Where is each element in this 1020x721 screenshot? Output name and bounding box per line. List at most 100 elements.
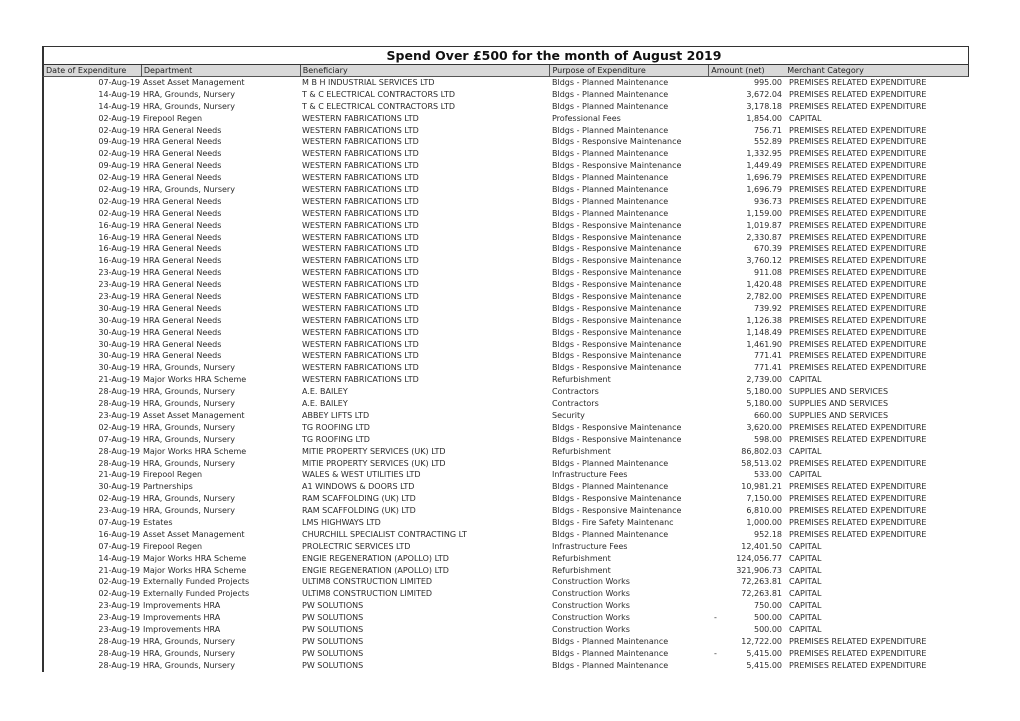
cell-merchant-category: PREMISES RELATED EXPENDITURE bbox=[789, 185, 927, 195]
cell-merchant-category: PREMISES RELATED EXPENDITURE bbox=[789, 101, 927, 111]
cell-beneficiary: T & C ELECTRICAL CONTRACTORS LTD bbox=[302, 89, 456, 99]
table-row: 02-Aug-19 HRA, Grounds, Nursery TG ROOFING… bbox=[44, 422, 969, 434]
cell-purpose: Construction Works bbox=[552, 589, 630, 599]
amount-value: 3,672.04 bbox=[746, 89, 782, 99]
amount-value: 500.00 bbox=[754, 613, 782, 623]
cell-purpose: Bldgs - Planned Maintenance bbox=[552, 89, 669, 99]
cell-beneficiary: M B H INDUSTRIAL SERVICES LTD bbox=[302, 78, 435, 87]
cell-department: HRA, Grounds, Nursery bbox=[143, 101, 235, 111]
cell-merchant-category: PREMISES RELATED EXPENDITURE bbox=[789, 422, 927, 432]
cell-amount: 598.00 bbox=[710, 434, 786, 446]
amount-value: 952.18 bbox=[754, 529, 782, 539]
cell-merchant-category: PREMISES RELATED EXPENDITURE bbox=[789, 660, 927, 670]
cell-merchant-category: CAPITAL bbox=[789, 375, 822, 385]
table-row: 02-Aug-19 Externally Funded Projects ULTIM… bbox=[44, 588, 969, 600]
cell-department: HRA General Needs bbox=[143, 220, 222, 230]
amount-sign bbox=[710, 148, 724, 160]
cell-merchant-category: PREMISES RELATED EXPENDITURE bbox=[789, 458, 927, 468]
amount-sign bbox=[710, 493, 724, 505]
cell-department: HRA General Needs bbox=[143, 196, 222, 206]
cell-merchant-category: PREMISES RELATED EXPENDITURE bbox=[789, 363, 927, 373]
cell-purpose: Refurbishment bbox=[552, 446, 611, 456]
cell-merchant-category: SUPPLIES AND SERVICES bbox=[789, 410, 889, 420]
cell-beneficiary: WESTERN FABRICATIONS LTD bbox=[302, 363, 419, 373]
amount-sign bbox=[710, 243, 724, 255]
cell-date: 02-Aug-19 bbox=[98, 185, 140, 195]
cell-purpose: Bldgs - Responsive Maintenance bbox=[552, 434, 682, 444]
cell-purpose: Bldgs - Responsive Maintenance bbox=[552, 244, 682, 254]
table-row: 21-Aug-19 Major Works HRA Scheme ENGIE REG… bbox=[44, 565, 969, 577]
cell-amount: 1,696.79 bbox=[710, 184, 786, 196]
table-row: 02-Aug-19 HRA General Needs WESTERN FABRIC… bbox=[44, 148, 969, 160]
amount-value: 936.73 bbox=[754, 196, 782, 206]
cell-department: HRA, Grounds, Nursery bbox=[143, 636, 235, 646]
amount-sign bbox=[710, 350, 724, 362]
cell-department: Firepool Regen bbox=[143, 470, 203, 480]
cell-amount: 72,263.81 bbox=[710, 588, 786, 600]
amount-sign bbox=[710, 315, 724, 327]
amount-sign bbox=[710, 374, 724, 386]
cell-merchant-category: PREMISES RELATED EXPENDITURE bbox=[789, 482, 927, 492]
cell-purpose: Security bbox=[552, 410, 585, 420]
cell-amount: 6,810.00 bbox=[710, 505, 786, 517]
header-purpose: Purpose of Expenditure bbox=[550, 65, 710, 76]
amount-sign bbox=[710, 220, 724, 232]
cell-department: Improvements HRA bbox=[143, 624, 221, 634]
header-amount: Amount (net) bbox=[711, 66, 765, 75]
cell-department: Partnerships bbox=[143, 482, 193, 492]
cell-department: Externally Funded Projects bbox=[143, 589, 250, 599]
cell-amount: 660.00 bbox=[710, 410, 786, 422]
amount-sign bbox=[710, 624, 724, 636]
amount-sign bbox=[710, 517, 724, 529]
amount-value: 6,810.00 bbox=[746, 506, 782, 516]
cell-purpose: Bldgs - Planned Maintenance bbox=[552, 529, 669, 539]
amount-value: 1,696.79 bbox=[746, 173, 782, 183]
cell-department: Asset Asset Management bbox=[143, 410, 245, 420]
cell-purpose: Bldgs - Planned Maintenance bbox=[552, 101, 669, 111]
amount-sign bbox=[710, 505, 724, 517]
cell-purpose: Bldgs - Planned Maintenance bbox=[552, 482, 669, 492]
cell-merchant-category: PREMISES RELATED EXPENDITURE bbox=[789, 232, 927, 242]
amount-value: 739.92 bbox=[754, 303, 782, 313]
amount-sign bbox=[710, 184, 724, 196]
cell-department: HRA General Needs bbox=[143, 173, 222, 183]
amount-sign bbox=[710, 196, 724, 208]
cell-purpose: Bldgs - Responsive Maintenance bbox=[552, 363, 682, 373]
cell-date: 28-Aug-19 bbox=[98, 648, 140, 658]
cell-purpose: Contractors bbox=[552, 387, 599, 397]
cell-purpose: Bldgs - Responsive Maintenance bbox=[552, 268, 682, 278]
amount-sign bbox=[710, 398, 724, 410]
cell-department: Major Works HRA Scheme bbox=[143, 446, 247, 456]
amount-sign bbox=[710, 339, 724, 351]
cell-department: Asset Asset Management bbox=[143, 529, 245, 539]
cell-beneficiary: ABBEY LIFTS LTD bbox=[302, 410, 370, 420]
cell-beneficiary: MITIE PROPERTY SERVICES (UK) LTD bbox=[302, 458, 446, 468]
cell-beneficiary: RAM SCAFFOLDING (UK) LTD bbox=[302, 494, 416, 504]
cell-amount: 3,672.04 bbox=[710, 89, 786, 101]
amount-value: 12,722.00 bbox=[741, 636, 782, 646]
cell-amount: 12,722.00 bbox=[710, 636, 786, 648]
cell-department: HRA, Grounds, Nursery bbox=[143, 399, 235, 409]
cell-amount: 7,150.00 bbox=[710, 493, 786, 505]
cell-department: Firepool Regen bbox=[143, 113, 203, 123]
amount-value: 58,513.02 bbox=[741, 458, 782, 468]
table-row: 28-Aug-19 HRA, Grounds, Nursery A.E. BAILE… bbox=[44, 398, 969, 410]
cell-purpose: Construction Works bbox=[552, 601, 630, 611]
amount-value: 1,420.48 bbox=[746, 280, 782, 290]
cell-beneficiary: PW SOLUTIONS bbox=[302, 613, 364, 623]
table-row: 28-Aug-19 HRA, Grounds, Nursery PW SOLUTIO… bbox=[44, 636, 969, 648]
cell-date: 30-Aug-19 bbox=[98, 315, 140, 325]
cell-beneficiary: A1 WINDOWS & DOORS LTD bbox=[302, 482, 415, 492]
cell-beneficiary: ENGIE REGENERATION (APOLLO) LTD bbox=[302, 565, 449, 575]
cell-amount: - 5,415.00 bbox=[710, 648, 786, 660]
cell-merchant-category: PREMISES RELATED EXPENDITURE bbox=[789, 196, 927, 206]
table-row: 23-Aug-19 HRA General Needs WESTERN FABRIC… bbox=[44, 291, 969, 303]
cell-purpose: Bldgs - Responsive Maintenance bbox=[552, 292, 682, 302]
amount-sign bbox=[710, 267, 724, 279]
spend-report-sheet: Spend Over £500 for the month of August … bbox=[42, 46, 969, 672]
table-row: 30-Aug-19 HRA General Needs WESTERN FABRIC… bbox=[44, 339, 969, 351]
table-row: 23-Aug-19 HRA, Grounds, Nursery RAM SCAFFO… bbox=[44, 505, 969, 517]
amount-value: 552.89 bbox=[754, 137, 782, 147]
amount-value: 670.39 bbox=[754, 244, 782, 254]
cell-beneficiary: WESTERN FABRICATIONS LTD bbox=[302, 208, 419, 218]
